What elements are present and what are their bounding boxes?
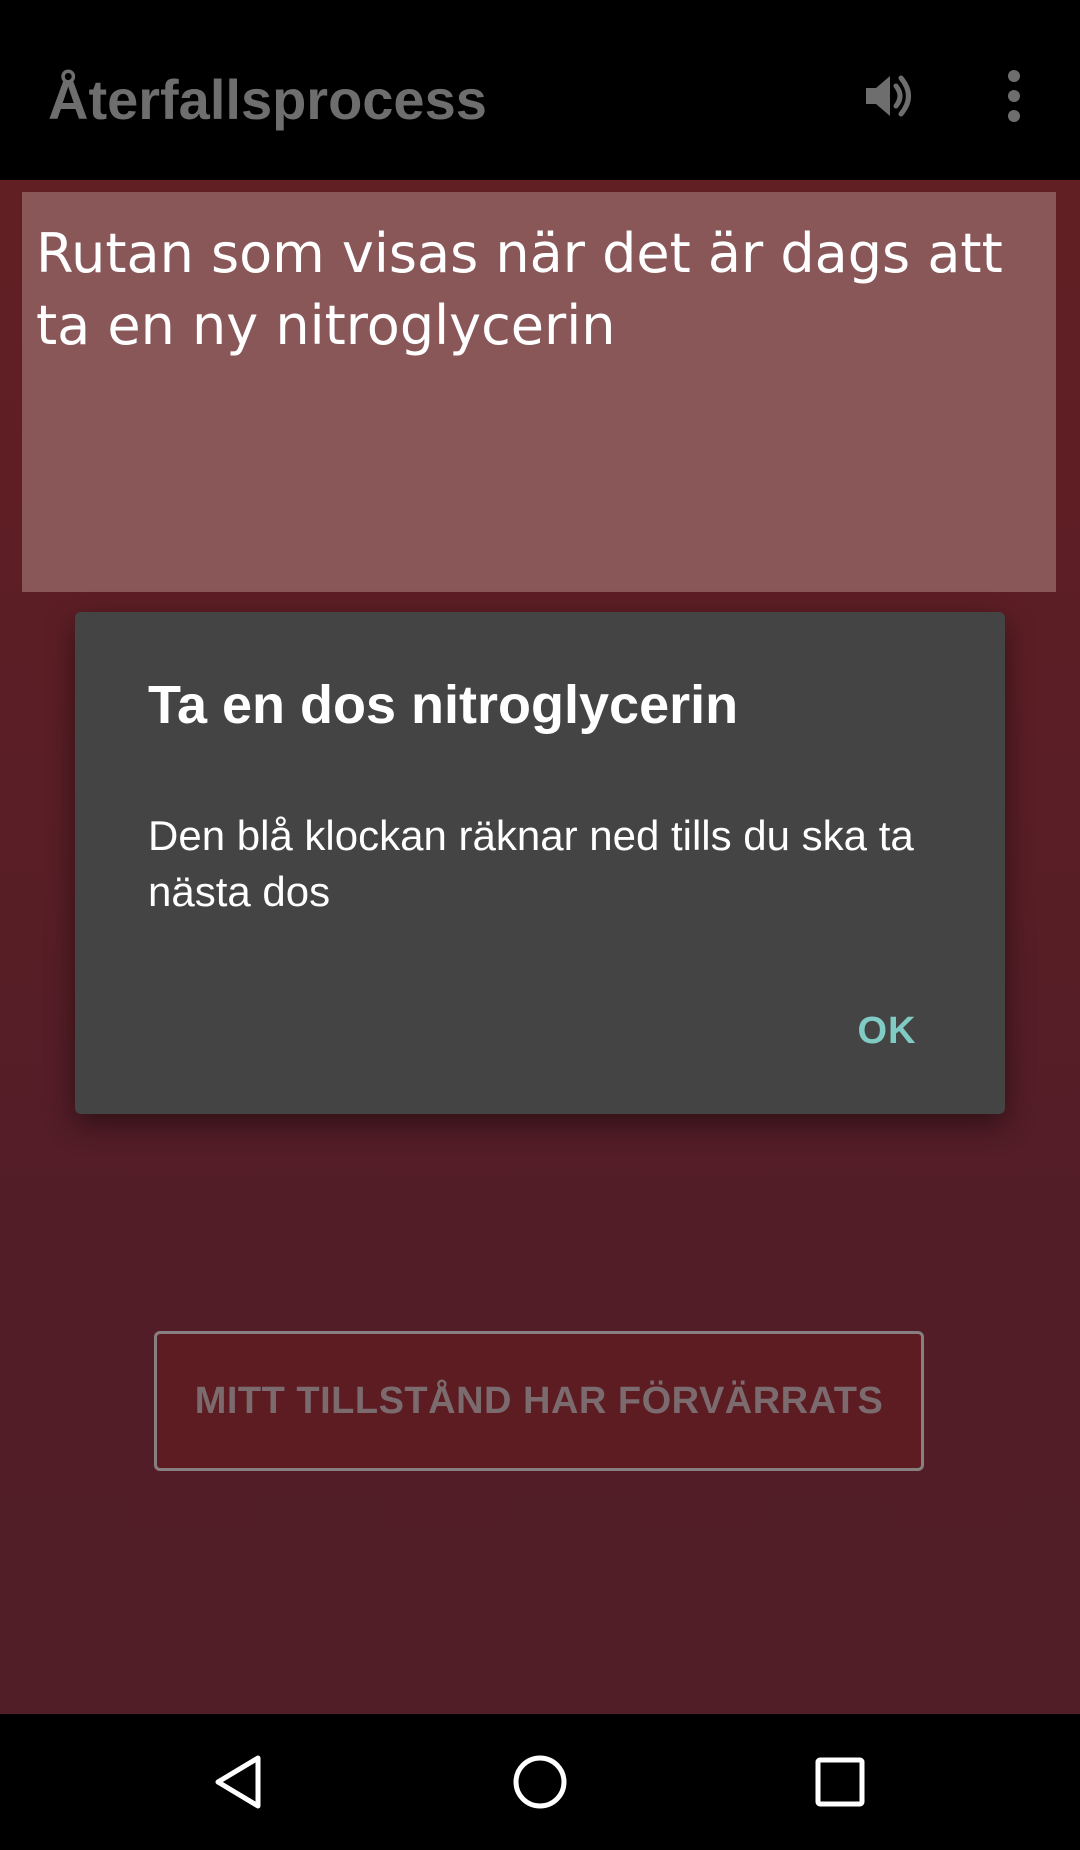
dialog-message: Den blå klockan räknar ned tills du ska … — [148, 812, 914, 915]
condition-worsened-label: MITT TILLSTÅND HAR FÖRVÄRRATS — [194, 1379, 884, 1422]
app-bar: Återfallsprocess — [0, 0, 1080, 180]
ok-button[interactable]: OK — [827, 986, 947, 1076]
dose-dialog: Ta en dos nitroglycerin Den blå klockan … — [75, 612, 1005, 1114]
system-nav-bar — [0, 1714, 1080, 1850]
dialog-title: Ta en dos nitroglycerin — [148, 675, 739, 735]
info-text: Rutan som visas när det är dags att ta e… — [36, 222, 1003, 357]
back-icon[interactable] — [200, 1746, 280, 1818]
condition-worsened-button[interactable]: MITT TILLSTÅND HAR FÖRVÄRRATS — [154, 1331, 924, 1471]
recents-icon[interactable] — [800, 1746, 880, 1818]
home-icon[interactable] — [500, 1746, 580, 1818]
volume-icon[interactable] — [858, 66, 918, 126]
info-box: Rutan som visas när det är dags att ta e… — [22, 192, 1056, 592]
app-title: Återfallsprocess — [48, 68, 487, 131]
more-vert-icon[interactable] — [994, 66, 1034, 126]
